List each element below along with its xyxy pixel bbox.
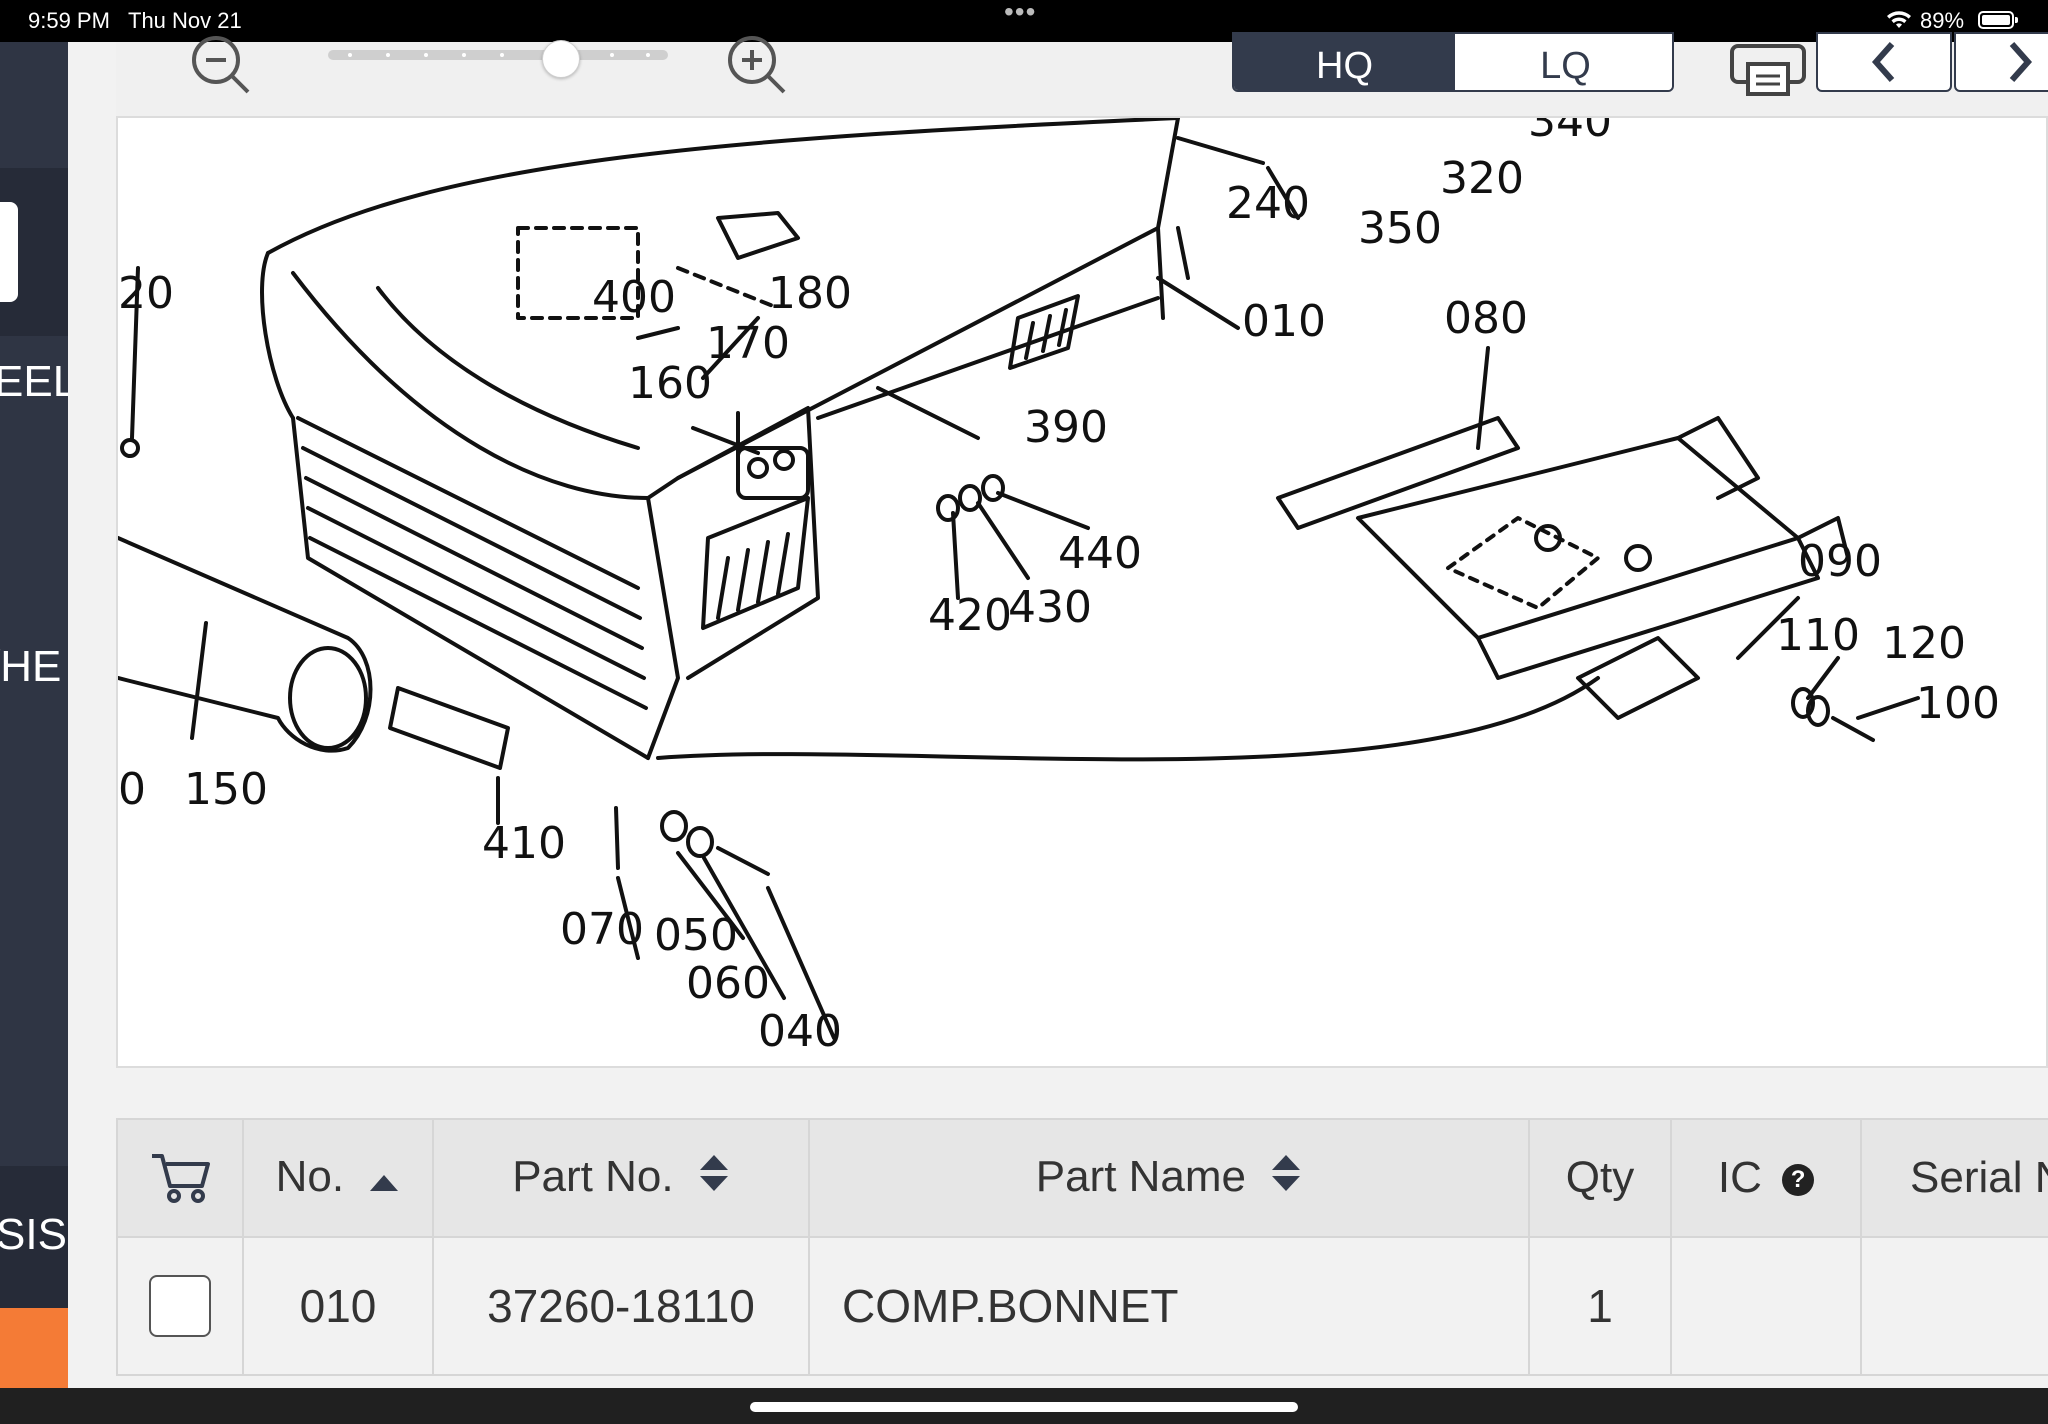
part-no-cell: 37260-18110 bbox=[432, 1236, 810, 1376]
callout: 420 bbox=[928, 590, 1012, 641]
callout: 120 bbox=[1882, 618, 1966, 669]
part-name-header-label: Part Name bbox=[1035, 1151, 1247, 1201]
no-header-label: No. bbox=[275, 1151, 345, 1201]
hq-button[interactable]: HQ bbox=[1234, 34, 1455, 90]
part-no-header-label: Part No. bbox=[512, 1151, 674, 1201]
qty-column-header: Qty bbox=[1528, 1118, 1672, 1238]
sort-icon[interactable] bbox=[1270, 1153, 1302, 1204]
callout: 070 bbox=[560, 904, 644, 955]
callout: 350 bbox=[1358, 203, 1442, 254]
next-page-button[interactable] bbox=[1954, 32, 2048, 92]
side-nav-tab[interactable] bbox=[0, 202, 18, 302]
no-cell: 010 bbox=[242, 1236, 434, 1376]
ic-cell bbox=[1670, 1236, 1862, 1376]
main-content: HQ LQ 340 320 350 240 010 080 400 180 17… bbox=[68, 32, 2048, 1388]
cart-column-header[interactable] bbox=[116, 1118, 244, 1238]
status-time: 9:59 PM bbox=[28, 8, 110, 33]
parts-table: No. Part No. Part Name Qty IC ? Serial 0… bbox=[116, 1118, 2048, 1376]
help-icon[interactable]: ? bbox=[1782, 1164, 1815, 1197]
qty-header-label: Qty bbox=[1565, 1153, 1635, 1202]
battery-icon bbox=[1978, 11, 2018, 29]
serial-cell bbox=[1860, 1236, 2048, 1376]
zoom-slider[interactable] bbox=[328, 40, 668, 78]
zoom-in-icon[interactable] bbox=[724, 32, 790, 103]
side-nav-item[interactable]: SIS bbox=[0, 1210, 67, 1260]
multitasking-dots[interactable]: ••• bbox=[1004, 0, 1036, 28]
part-name-column-header[interactable]: Part Name bbox=[808, 1118, 1530, 1238]
callout: 0 bbox=[118, 764, 146, 815]
callout: 320 bbox=[1440, 153, 1524, 204]
status-date: Thu Nov 21 bbox=[128, 8, 242, 33]
zoom-slider-track[interactable] bbox=[328, 50, 668, 60]
zoom-slider-thumb[interactable] bbox=[542, 40, 580, 78]
parts-diagram-drawing: 340 320 350 240 010 080 400 180 170 160 … bbox=[118, 118, 2000, 1057]
side-nav-accent[interactable] bbox=[0, 1308, 68, 1388]
table-row[interactable]: 010 37260-18110 COMP.BONNET 1 bbox=[116, 1236, 2048, 1376]
battery-percent: 89% bbox=[1920, 8, 1965, 33]
serial-header-label: Serial N bbox=[1910, 1153, 2047, 1202]
callout: 160 bbox=[628, 358, 712, 409]
callout: 240 bbox=[1226, 178, 1310, 229]
side-navigation: EEL /HE SIS bbox=[0, 42, 68, 1388]
chevron-left-icon bbox=[1871, 42, 1895, 82]
side-nav-item[interactable]: /HE bbox=[0, 642, 61, 692]
add-to-cart-checkbox[interactable] bbox=[149, 1275, 211, 1337]
callout: 050 bbox=[654, 910, 738, 961]
diagram-toolbar: HQ LQ bbox=[116, 32, 2048, 118]
zoom-out-icon[interactable] bbox=[188, 32, 254, 103]
ic-header-label: IC bbox=[1717, 1153, 1762, 1202]
callout: 100 bbox=[1916, 678, 2000, 729]
callout: 410 bbox=[482, 818, 566, 869]
callout: 430 bbox=[1008, 582, 1092, 633]
callout: 20 bbox=[118, 268, 174, 319]
sort-icon[interactable] bbox=[698, 1153, 730, 1204]
callout: 060 bbox=[686, 958, 770, 1009]
callout: 010 bbox=[1242, 296, 1326, 347]
side-nav-item[interactable]: EEL bbox=[0, 357, 68, 407]
sort-ascending-icon[interactable] bbox=[368, 1154, 400, 1204]
callout: 150 bbox=[184, 764, 268, 815]
callout: 440 bbox=[1058, 528, 1142, 579]
home-indicator-area bbox=[0, 1388, 2048, 1424]
cart-checkbox-cell[interactable] bbox=[116, 1236, 244, 1376]
parts-diagram[interactable]: 340 320 350 240 010 080 400 180 170 160 … bbox=[116, 116, 2048, 1068]
no-column-header[interactable]: No. bbox=[242, 1118, 434, 1238]
callout: 180 bbox=[768, 268, 852, 319]
previous-page-button[interactable] bbox=[1816, 32, 1952, 92]
serial-column-header: Serial N bbox=[1860, 1118, 2048, 1238]
table-header-row: No. Part No. Part Name Qty IC ? Serial bbox=[116, 1118, 2048, 1238]
part-no-column-header[interactable]: Part No. bbox=[432, 1118, 810, 1238]
home-indicator[interactable] bbox=[750, 1402, 1298, 1412]
print-icon[interactable] bbox=[1728, 34, 1808, 103]
part-name-cell: COMP.BONNET bbox=[808, 1236, 1530, 1376]
chevron-right-icon bbox=[2009, 42, 2033, 82]
callout: 040 bbox=[758, 1006, 842, 1057]
callout: 170 bbox=[706, 318, 790, 369]
callout: 110 bbox=[1776, 610, 1860, 661]
callout: 080 bbox=[1444, 293, 1528, 344]
quality-toggle[interactable]: HQ LQ bbox=[1232, 32, 1674, 92]
callout: 400 bbox=[592, 272, 676, 323]
cart-icon[interactable] bbox=[148, 1151, 212, 1203]
qty-cell: 1 bbox=[1528, 1236, 1672, 1376]
callout: 090 bbox=[1798, 536, 1882, 587]
ic-column-header: IC ? bbox=[1670, 1118, 1862, 1238]
callout: 390 bbox=[1024, 402, 1108, 453]
callout: 340 bbox=[1528, 118, 1612, 147]
lq-button[interactable]: LQ bbox=[1455, 34, 1672, 90]
